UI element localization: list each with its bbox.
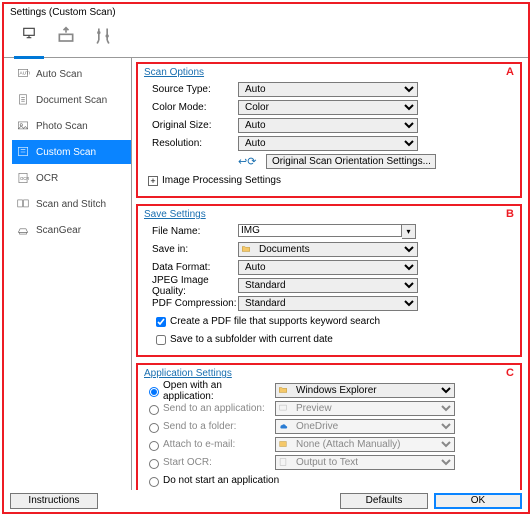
jpeg-quality-combo[interactable]: Standard [238, 278, 418, 293]
tab-general-settings[interactable] [86, 26, 120, 54]
mail-icon [278, 439, 288, 449]
bottom-bar: Instructions Defaults OK [10, 492, 522, 510]
resolution-label: Resolution: [144, 138, 238, 149]
pdf-keyword-label: Create a PDF file that supports keyword … [170, 316, 380, 327]
explorer-icon [278, 385, 288, 395]
tools-icon [93, 26, 113, 46]
window-title: Settings (Custom Scan) [4, 4, 528, 22]
data-format-label: Data Format: [144, 262, 238, 273]
onedrive-icon [278, 421, 288, 431]
send-to-app-label: Send to an application: [163, 403, 275, 414]
do-not-start-radio[interactable] [149, 477, 159, 487]
start-ocr-radio[interactable] [149, 459, 159, 469]
custom-icon [16, 145, 30, 159]
open-with-combo[interactable]: Windows Explorer [275, 383, 455, 398]
subfolder-checkbox[interactable] [156, 335, 166, 345]
file-name-dropdown[interactable]: ▾ [402, 224, 416, 239]
file-name-input[interactable] [238, 224, 402, 237]
photo-icon [16, 119, 30, 133]
sidebar-item-label: OCR [36, 173, 58, 184]
svg-text:AUTO: AUTO [20, 71, 31, 76]
sidebar-item-label: ScanGear [36, 225, 81, 236]
start-ocr-combo: Output to Text [275, 455, 455, 470]
file-name-label: File Name: [144, 226, 238, 237]
original-size-combo[interactable]: Auto [238, 118, 418, 133]
source-type-combo[interactable]: Auto [238, 82, 418, 97]
rotate-icon[interactable]: ↩⟳ [238, 155, 256, 168]
sidebar-item-photo-scan[interactable]: Photo Scan [12, 114, 131, 138]
send-to-folder-label: Send to a folder: [163, 421, 275, 432]
sidebar-item-custom-scan[interactable]: Custom Scan [12, 140, 131, 164]
preview-icon [278, 403, 288, 413]
ok-button[interactable]: OK [434, 493, 522, 509]
scangear-icon [16, 223, 30, 237]
save-settings-group: B Save Settings File Name: ▾ Save in: [136, 204, 522, 357]
color-mode-label: Color Mode: [144, 102, 238, 113]
application-settings-group: C Application Settings Open with an appl… [136, 363, 522, 490]
original-size-label: Original Size: [144, 120, 238, 131]
sidebar-item-label: Auto Scan [36, 69, 82, 80]
document-icon [16, 93, 30, 107]
sidebar-item-scan-and-stitch[interactable]: Scan and Stitch [12, 192, 131, 216]
do-not-start-label: Do not start an application [163, 475, 279, 486]
send-to-folder-combo: OneDrive [275, 419, 455, 434]
text-icon [278, 457, 288, 467]
top-tab-strip [4, 22, 528, 58]
sidebar-item-label: Document Scan [36, 95, 107, 106]
pdf-compression-label: PDF Compression: [144, 298, 238, 309]
source-type-label: Source Type: [144, 84, 238, 95]
color-mode-combo[interactable]: Color [238, 100, 418, 115]
orientation-settings-button[interactable]: Original Scan Orientation Settings... [266, 154, 436, 169]
jpeg-quality-label: JPEG Image Quality: [144, 275, 238, 297]
sidebar: AUTO Auto Scan Document Scan Photo Scan … [4, 58, 132, 490]
resolution-combo[interactable]: Auto [238, 136, 418, 151]
defaults-button[interactable]: Defaults [340, 493, 428, 509]
callout-c: C [506, 367, 514, 379]
instructions-button[interactable]: Instructions [10, 493, 98, 509]
sidebar-item-document-scan[interactable]: Document Scan [12, 88, 131, 112]
callout-b: B [506, 208, 514, 220]
monitor-icon [22, 26, 36, 40]
scanner-up-icon [56, 26, 76, 46]
pdf-keyword-checkbox[interactable] [156, 317, 166, 327]
settings-window: Settings (Custom Scan) AUTO Auto Scan [2, 2, 530, 514]
send-to-app-combo: Preview [275, 401, 455, 416]
scan-options-group: A Scan Options Source Type: Auto Color M… [136, 62, 522, 198]
sidebar-item-auto-scan[interactable]: AUTO Auto Scan [12, 62, 131, 86]
attach-email-combo: None (Attach Manually) [275, 437, 455, 452]
subfolder-label: Save to a subfolder with current date [170, 334, 333, 345]
open-with-radio[interactable] [149, 387, 159, 397]
save-settings-title: Save Settings [144, 209, 514, 220]
start-ocr-label: Start OCR: [163, 457, 275, 468]
application-settings-title: Application Settings [144, 368, 514, 379]
attach-email-radio[interactable] [149, 441, 159, 451]
stitch-icon [16, 197, 30, 211]
sidebar-item-scangear[interactable]: ScanGear [12, 218, 131, 242]
callout-a: A [506, 66, 514, 78]
window-content: AUTO Auto Scan Document Scan Photo Scan … [4, 22, 528, 512]
data-format-combo[interactable]: Auto [238, 260, 418, 275]
tab-scan-from-panel[interactable] [49, 26, 83, 54]
sidebar-item-label: Scan and Stitch [36, 199, 106, 210]
auto-scan-icon: AUTO [16, 67, 30, 81]
save-in-label: Save in: [144, 244, 238, 255]
sidebar-item-label: Photo Scan [36, 121, 88, 132]
sidebar-item-label: Custom Scan [36, 147, 96, 158]
svg-text:OCR: OCR [20, 176, 29, 181]
scan-options-title: Scan Options [144, 67, 514, 78]
ocr-icon: OCR [16, 171, 30, 185]
expand-image-processing[interactable]: + [148, 176, 158, 186]
settings-panels: A Scan Options Source Type: Auto Color M… [132, 58, 528, 490]
sidebar-item-ocr[interactable]: OCR OCR [12, 166, 131, 190]
pdf-compression-combo[interactable]: Standard [238, 296, 418, 311]
image-processing-label: Image Processing Settings [162, 175, 281, 186]
save-in-combo[interactable]: Documents [238, 242, 418, 257]
open-with-label: Open with an application: [163, 380, 275, 402]
send-to-app-radio[interactable] [149, 405, 159, 415]
tab-scan-from-computer[interactable] [12, 26, 46, 54]
send-to-folder-radio[interactable] [149, 423, 159, 433]
attach-email-label: Attach to e-mail: [163, 439, 275, 450]
folder-icon [241, 244, 251, 254]
